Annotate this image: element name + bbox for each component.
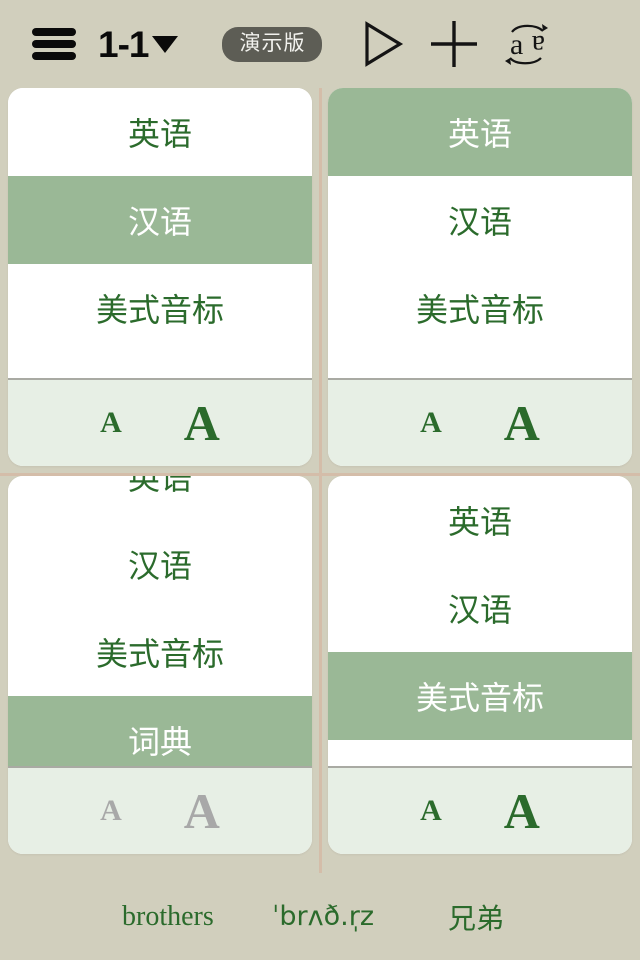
list-item[interactable]: 汉语 [8,176,312,264]
list-item[interactable]: 美式音标 [8,264,312,352]
card-dictionary-list-inner: 英语 汉语 美式音标 词典 [328,476,632,766]
list-item[interactable]: 词典 [8,352,312,378]
list-item[interactable]: 英语 [328,88,632,176]
list-item[interactable]: 词典 [328,352,632,378]
font-size-decrease-button[interactable]: A [100,796,122,826]
card-english-list-inner: 英语 汉语 美式音标 词典 [8,88,312,378]
font-size-increase-button[interactable]: A [504,786,540,836]
font-size-decrease-button[interactable]: A [420,408,442,438]
play-triangle-icon[interactable] [362,21,404,67]
plus-icon[interactable] [430,19,478,69]
hamburger-bar-1 [32,28,76,36]
demo-version-badge[interactable]: 演示版 [222,26,323,62]
list-item[interactable]: 汉语 [328,176,632,264]
card-phonetic[interactable]: 英语 汉语 美式音标 词典 A A [8,476,312,854]
card-dictionary[interactable]: 英语 汉语 美式音标 词典 A A [328,476,632,854]
font-size-decrease-button[interactable]: A [420,796,442,826]
list-item[interactable]: 汉语 [328,564,632,652]
hamburger-bar-2 [32,40,76,48]
list-item[interactable]: 词典 [8,696,312,766]
font-size-decrease-button[interactable]: A [100,408,122,438]
list-item[interactable]: 美式音标 [328,652,632,740]
card-phonetic-list[interactable]: 英语 汉语 美式音标 词典 [8,476,312,766]
card-chinese-list[interactable]: 英语 汉语 美式音标 词典 [328,88,632,378]
translate-swap-icon[interactable]: a a [500,18,552,70]
word-entry-bar: brothers ˈbrʌð.r̩z 兄弟 [0,873,640,960]
card-phonetic-footer: A A [8,766,312,854]
card-dictionary-list[interactable]: 英语 汉语 美式音标 词典 [328,476,632,766]
svg-text:a: a [510,28,523,61]
card-grid: 英语 汉语 美式音标 词典 A A 英语 汉语 美式音标 词典 A A [0,88,640,873]
list-item[interactable]: 英语 [328,476,632,564]
word-phonetic[interactable]: ˈbrʌð.r̩z [272,901,374,932]
app-header: 1-1 演示版 a a [0,0,640,88]
list-item[interactable]: 汉语 [8,520,312,608]
list-item[interactable]: 英语 [8,476,312,520]
lesson-label: 1-1 [98,23,149,65]
card-chinese-list-inner: 英语 汉语 美式音标 词典 [328,88,632,378]
word-spelling[interactable]: brothers [122,901,214,933]
font-size-increase-button[interactable]: A [184,786,220,836]
card-english[interactable]: 英语 汉语 美式音标 词典 A A [8,88,312,466]
card-phonetic-list-inner: 英语 汉语 美式音标 词典 [8,476,312,766]
word-translation[interactable]: 兄弟 [448,897,504,937]
card-english-footer: A A [8,378,312,466]
svg-text:a: a [532,29,545,62]
card-chinese-footer: A A [328,378,632,466]
card-english-list[interactable]: 英语 汉语 美式音标 词典 [8,88,312,378]
card-chinese[interactable]: 英语 汉语 美式音标 词典 A A [328,88,632,466]
hamburger-menu-icon[interactable] [32,28,76,60]
hamburger-bar-3 [32,52,76,60]
list-item[interactable]: 英语 [8,88,312,176]
list-item[interactable]: 美式音标 [8,608,312,696]
grid-divider-horizontal [0,473,640,476]
font-size-increase-button[interactable]: A [184,398,220,448]
font-size-increase-button[interactable]: A [504,398,540,448]
list-item[interactable]: 词典 [328,740,632,766]
chevron-down-icon [152,35,179,53]
grid-divider-vertical [319,88,322,873]
card-dictionary-footer: A A [328,766,632,854]
lesson-selector[interactable]: 1-1 [98,23,179,65]
list-item[interactable]: 美式音标 [328,264,632,352]
